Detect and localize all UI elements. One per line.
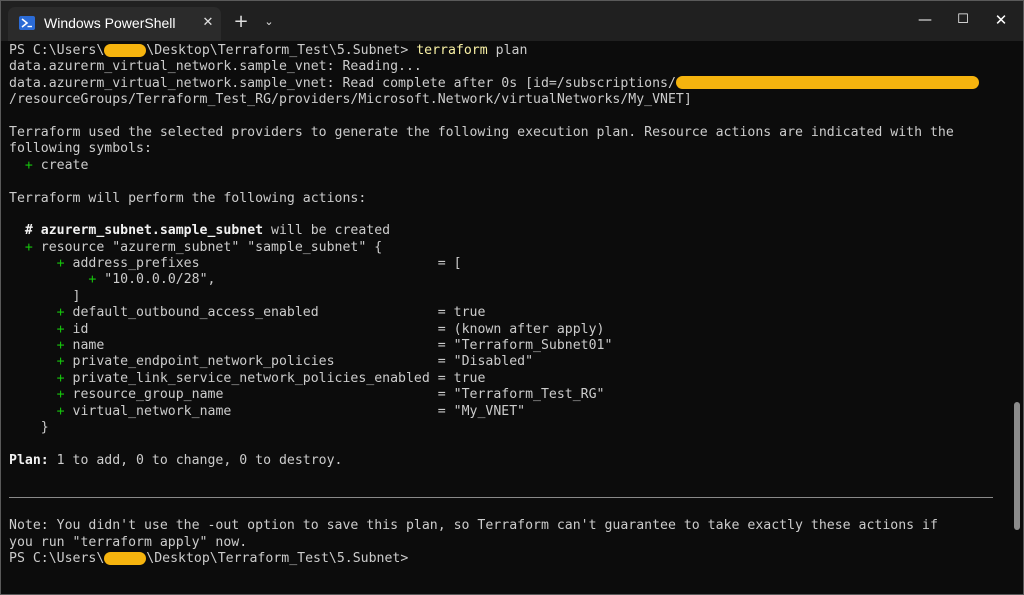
redacted-username bbox=[104, 43, 147, 57]
comment-hash: # bbox=[9, 223, 41, 239]
scrollbar-thumb[interactable] bbox=[1014, 402, 1020, 530]
plus-symbol: + bbox=[56, 256, 73, 272]
output-line: Terraform will perform the following act… bbox=[9, 190, 367, 206]
attribute-line: + private_endpoint_network_policies = "D… bbox=[9, 354, 999, 370]
attribute-line: + "10.0.0.0/28", bbox=[9, 272, 999, 288]
note-line: you run "terraform apply" now. bbox=[9, 534, 248, 550]
separator-line bbox=[9, 497, 993, 498]
plan-text: 1 to add, 0 to change, 0 to destroy. bbox=[48, 452, 343, 468]
plus-icon[interactable]: + bbox=[232, 12, 250, 32]
output-text: data.azurerm_virtual_network.sample_vnet… bbox=[9, 75, 676, 91]
output-line: + resource "azurerm_subnet" "sample_subn… bbox=[9, 240, 999, 256]
plus-symbol: + bbox=[56, 403, 73, 419]
output-line: /resourceGroups/Terraform_Test_RG/provid… bbox=[9, 92, 692, 108]
scrollbar[interactable] bbox=[1012, 41, 1022, 594]
plus-symbol: + bbox=[56, 305, 73, 321]
plan-summary: Plan: 1 to add, 0 to change, 0 to destro… bbox=[9, 453, 999, 469]
close-icon[interactable]: ✕ bbox=[201, 15, 215, 31]
command-arg: plan bbox=[487, 43, 528, 58]
note-line: Note: You didn't use the -out option to … bbox=[9, 518, 938, 534]
powershell-icon bbox=[19, 16, 35, 30]
resource-header: # azurerm_subnet.sample_subnet will be c… bbox=[9, 223, 999, 239]
plus-symbol: + bbox=[88, 272, 105, 288]
plus-symbol: + bbox=[56, 354, 73, 370]
attribute-line: + resource_group_name = "Terraform_Test_… bbox=[9, 387, 999, 403]
prompt-path-end: \Desktop\Terraform_Test\5.Subnet> bbox=[146, 43, 417, 58]
output-text: create bbox=[40, 157, 89, 173]
attribute-text: id = (known after apply) bbox=[72, 321, 605, 337]
prompt-line: PS C:\Users\ \Desktop\Terraform_Test\5.Su… bbox=[9, 43, 999, 59]
redacted-subscription-id bbox=[675, 76, 979, 90]
resource-action: will be created bbox=[263, 223, 391, 239]
attribute-line: ] bbox=[9, 289, 999, 305]
output-line: data.azurerm_virtual_network.sample_vnet… bbox=[9, 59, 422, 75]
terminal-window: Windows PowerShell ✕ + ⌄ — ☐ ✕ PS C:\Use… bbox=[0, 0, 1024, 595]
attribute-line: + id = (known after apply) bbox=[9, 322, 999, 338]
output-line: following symbols: bbox=[9, 141, 152, 157]
tab-powershell[interactable]: Windows PowerShell ✕ bbox=[8, 7, 221, 41]
plus-symbol: + bbox=[9, 239, 41, 255]
terminal-output[interactable]: PS C:\Users\ \Desktop\Terraform_Test\5.Su… bbox=[9, 43, 999, 583]
attribute-text: address_prefixes = [ bbox=[72, 256, 462, 272]
close-window-icon[interactable]: ✕ bbox=[983, 5, 1019, 35]
plan-label: Plan: bbox=[9, 452, 49, 468]
attribute-text: name = "Terraform_Subnet01" bbox=[72, 338, 613, 354]
output-text: resource "azurerm_subnet" "sample_subnet… bbox=[40, 239, 383, 255]
output-line: + create bbox=[9, 158, 999, 174]
attribute-line: + private_link_service_network_policies_… bbox=[9, 371, 999, 387]
attribute-line: + virtual_network_name = "My_VNET" bbox=[9, 404, 999, 420]
output-line: data.azurerm_virtual_network.sample_vnet… bbox=[9, 76, 999, 92]
attribute-text: private_endpoint_network_policies = "Dis… bbox=[72, 354, 534, 370]
attribute-text: resource_group_name = "Terraform_Test_RG… bbox=[72, 387, 605, 403]
plus-symbol: + bbox=[56, 387, 73, 403]
plus-symbol: + bbox=[56, 338, 73, 354]
attribute-text: "10.0.0.0/28", bbox=[104, 272, 216, 288]
maximize-icon[interactable]: ☐ bbox=[945, 5, 981, 35]
close-brace: } bbox=[9, 419, 49, 435]
plus-symbol: + bbox=[56, 370, 73, 386]
prompt-line: PS C:\Users\ \Desktop\Terraform_Test\5.Su… bbox=[9, 551, 999, 567]
attribute-text: default_outbound_access_enabled = true bbox=[72, 305, 486, 321]
tab-title: Windows PowerShell bbox=[44, 15, 176, 31]
title-bar: Windows PowerShell ✕ + ⌄ — ☐ ✕ bbox=[1, 1, 1023, 41]
attribute-list: + address_prefixes = [ + "10.0.0.0/28", … bbox=[9, 256, 999, 420]
output-line: Terraform used the selected providers to… bbox=[9, 124, 954, 140]
attribute-text: private_link_service_network_policies_en… bbox=[72, 370, 486, 386]
resource-address: azurerm_subnet.sample_subnet bbox=[40, 223, 264, 239]
prompt-path-end: \Desktop\Terraform_Test\5.Subnet> bbox=[146, 551, 409, 567]
chevron-down-icon[interactable]: ⌄ bbox=[261, 13, 277, 31]
plus-symbol: + bbox=[56, 321, 73, 337]
attribute-text: virtual_network_name = "My_VNET" bbox=[72, 403, 526, 419]
prompt-path-start: PS C:\Users\ bbox=[9, 551, 105, 567]
minimize-icon[interactable]: — bbox=[907, 5, 943, 35]
plus-symbol: + bbox=[9, 157, 41, 173]
redacted-username bbox=[104, 551, 147, 565]
command: terraform bbox=[416, 43, 488, 58]
attribute-line: + name = "Terraform_Subnet01" bbox=[9, 338, 999, 354]
attribute-text: ] bbox=[72, 288, 81, 304]
attribute-line: + address_prefixes = [ bbox=[9, 256, 999, 272]
attribute-line: + default_outbound_access_enabled = true bbox=[9, 305, 999, 321]
prompt-path-start: PS C:\Users\ bbox=[9, 43, 105, 58]
